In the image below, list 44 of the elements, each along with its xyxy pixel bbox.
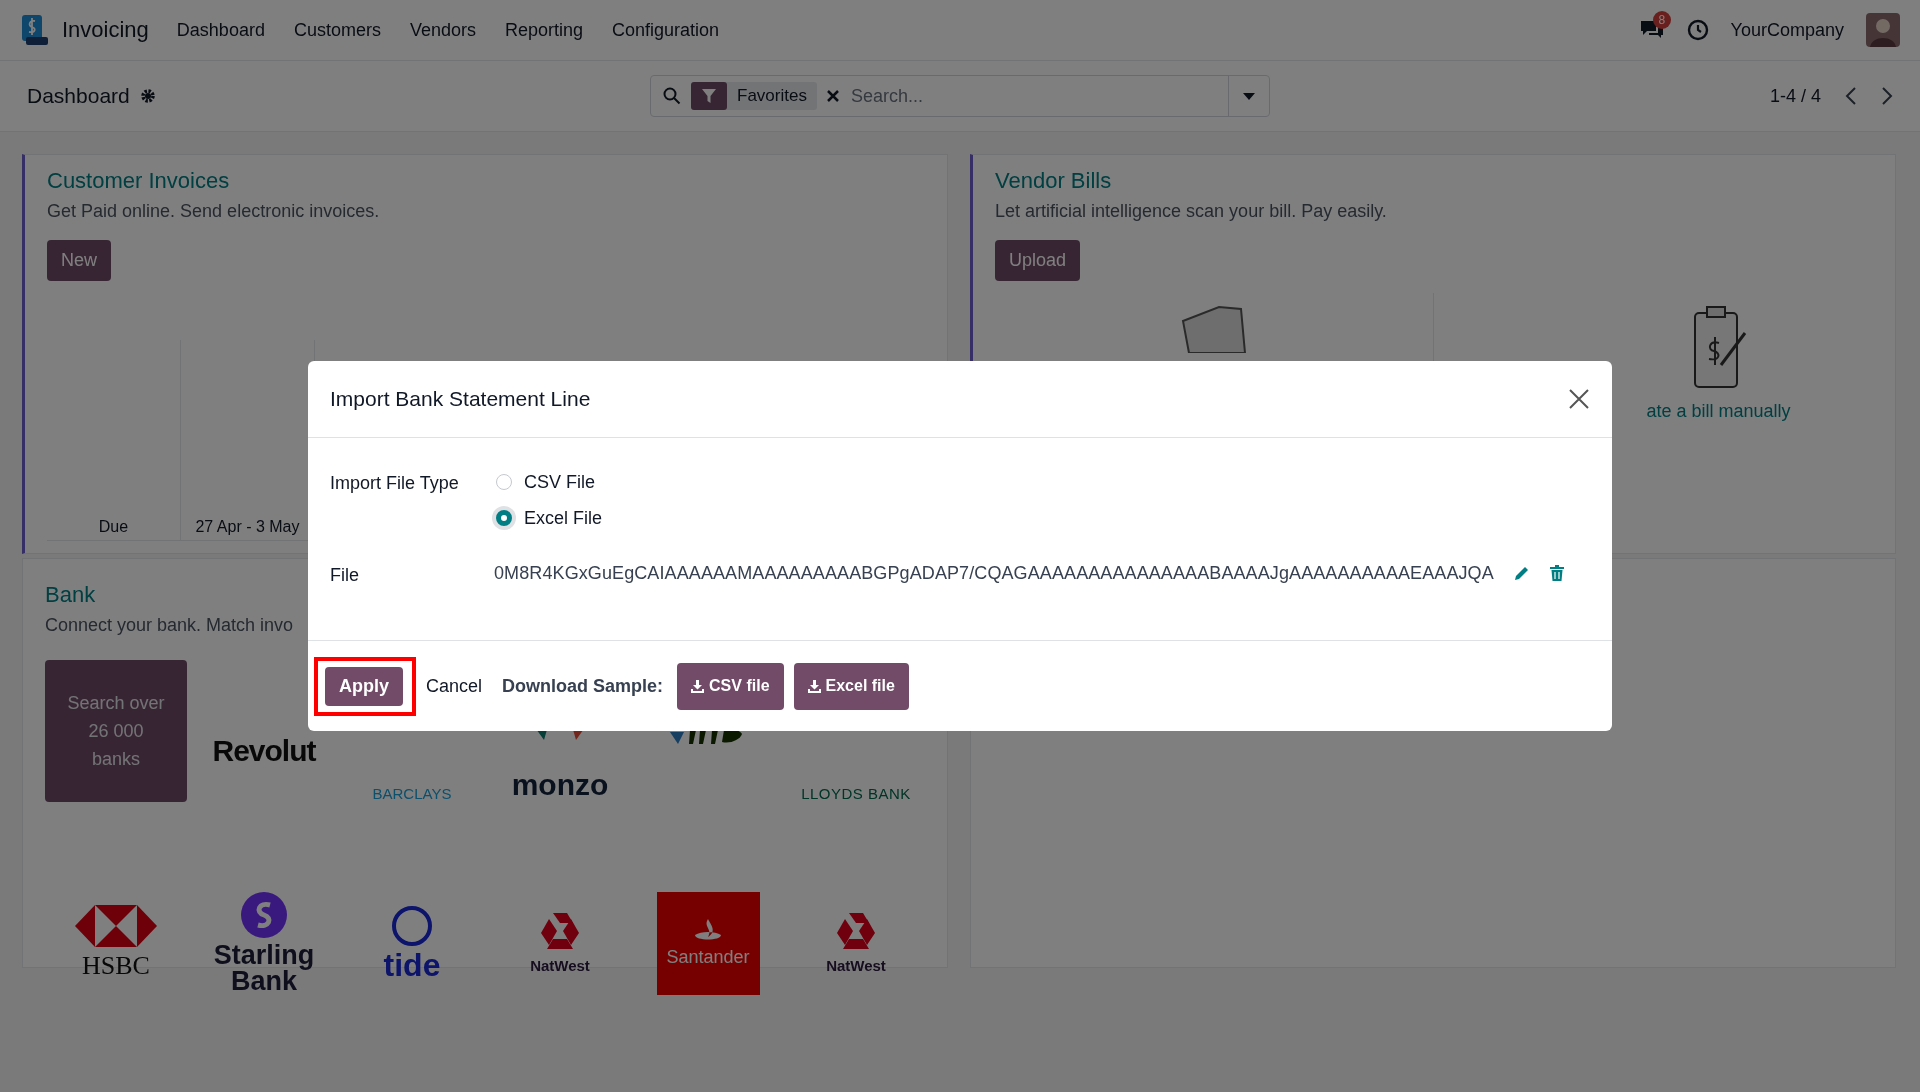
card-title[interactable]: Customer Invoices	[47, 167, 925, 195]
bank-logo-text: NatWest	[530, 956, 590, 974]
chart-axis-label: Due	[98, 518, 129, 536]
menu-item[interactable]: Configuration	[612, 19, 720, 41]
new-button[interactable]: New	[47, 240, 111, 281]
card-subtitle: Get Paid online. Send electronic invoices.	[47, 201, 381, 222]
radio-label[interactable]: Excel File	[524, 507, 603, 529]
search-field[interactable]: Favorites Search...	[650, 75, 1270, 117]
bank-logo-text: LLOYDS BANK	[801, 785, 911, 802]
company-name[interactable]: YourCompany	[1730, 19, 1844, 41]
create-bill-link[interactable]: ate a bill manually	[1646, 401, 1791, 422]
santander-logo: Santander	[656, 891, 760, 995]
bank-logo-text: NatWest	[826, 956, 886, 974]
upload-button[interactable]: Upload	[995, 240, 1081, 281]
filter-facet[interactable]: Favorites	[691, 82, 817, 110]
menu-item[interactable]: Vendors	[409, 19, 476, 41]
file-value: 0M8R4KGxGuEgCAIAAAAAAMAAAAAAAAABGPgADAP7/CQAGAAAAAAAAAAAAAAABAAAAJgAAAAAAAAAAEAAAJQA	[494, 562, 1494, 584]
field-label: Import File Type	[330, 472, 460, 495]
bank-logo-text: Revolut	[212, 734, 316, 768]
bank-logo-text: monzo	[511, 768, 609, 802]
download-button[interactable]: Excel file	[793, 662, 909, 710]
bank-logo-text: BARCLAYS	[372, 785, 452, 802]
chart-axis-label: 27 Apr - 3 May	[195, 518, 300, 536]
menu-item[interactable]: Dashboard	[176, 19, 265, 41]
card-subtitle: Let artificial intelligence scan your bill. Pay easily.	[995, 201, 1388, 222]
download-button[interactable]: CSV file	[677, 662, 784, 710]
page-title: Dashboard	[27, 84, 130, 108]
download-sample-label: Download Sample:	[502, 675, 664, 697]
menu-item[interactable]: Reporting	[505, 19, 584, 41]
search-banks-tile[interactable]: Search over 26 000 banks	[45, 660, 187, 802]
cancel-button[interactable]: Cancel	[426, 669, 483, 703]
pager-value: 1-4 / 4	[1769, 85, 1821, 107]
field-label: File	[330, 564, 360, 586]
card-subtitle: Connect your bank. Match invo	[45, 615, 295, 636]
apply-button[interactable]: Apply	[325, 666, 403, 706]
radio-label[interactable]: CSV File	[524, 471, 595, 493]
bank-logo-text: tide	[383, 950, 441, 980]
message-count-badge: 8	[1652, 11, 1672, 29]
card-title[interactable]: Vendor Bills	[995, 167, 1873, 195]
dialog-title: Import Bank Statement Line	[330, 387, 591, 411]
app-name[interactable]: Invoicing	[62, 17, 149, 43]
menu-item[interactable]: Customers	[293, 19, 381, 41]
bank-logo-text: HSBC	[82, 951, 150, 981]
bank-logo-text: Starling Bank	[212, 942, 316, 994]
